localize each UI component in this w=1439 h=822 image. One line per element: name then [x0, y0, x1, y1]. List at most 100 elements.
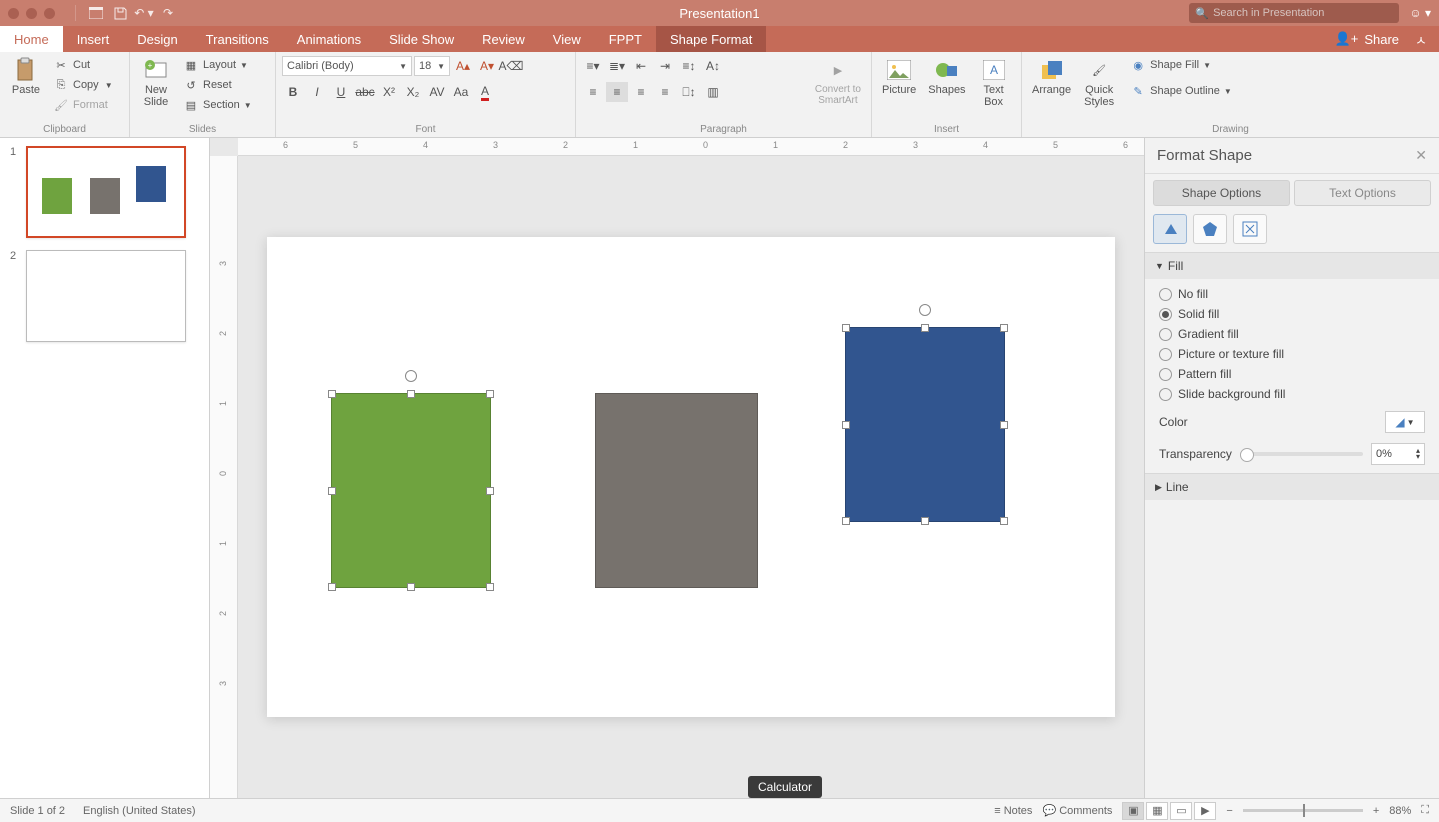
effects-tab-icon[interactable] [1193, 214, 1227, 244]
shape-rectangle-blue[interactable] [845, 327, 1005, 522]
pane-title: Format Shape [1157, 147, 1252, 164]
columns-button[interactable]: ▥ [702, 82, 724, 102]
color-picker-button[interactable]: ◢▼ [1385, 411, 1425, 433]
picture-icon [887, 58, 911, 82]
subscript-button[interactable]: X₂ [402, 82, 424, 102]
line-spacing-button[interactable]: ≡↕ [678, 56, 700, 76]
shape-fill-button[interactable]: ◉Shape Fill▼ [1127, 56, 1235, 74]
shapes-button[interactable]: Shapes [924, 56, 969, 98]
fit-to-window-icon[interactable]: ⛶ [1421, 804, 1429, 817]
tab-insert[interactable]: Insert [63, 26, 124, 52]
zoom-in-button[interactable]: + [1373, 805, 1379, 817]
tab-shape-options[interactable]: Shape Options [1153, 180, 1290, 206]
tab-animations[interactable]: Animations [283, 26, 375, 52]
transparency-spinner[interactable]: 0%▴▾ [1371, 443, 1425, 465]
new-slide-button[interactable]: + New Slide [136, 56, 176, 110]
radio-picture-fill[interactable]: Picture or texture fill [1159, 347, 1425, 361]
increase-font-icon[interactable]: A▴ [452, 56, 474, 76]
font-family-select[interactable]: Calibri (Body)▼ [282, 56, 412, 76]
line-section-header[interactable]: ▶Line [1145, 474, 1439, 500]
paste-button[interactable]: Paste [6, 56, 46, 98]
user-icon[interactable]: ☺ ▾ [1409, 6, 1431, 20]
picture-button[interactable]: Picture [878, 56, 920, 98]
arrange-button[interactable]: Arrange [1028, 56, 1075, 98]
fill-section-header[interactable]: ▼Fill [1145, 253, 1439, 279]
quick-styles-button[interactable]: 🖌Quick Styles [1079, 56, 1119, 110]
clear-format-icon[interactable]: A⌫ [500, 56, 522, 76]
tab-design[interactable]: Design [123, 26, 191, 52]
thumbnail-slide-2[interactable] [26, 250, 186, 342]
tab-slideshow[interactable]: Slide Show [375, 26, 468, 52]
save-icon[interactable] [110, 4, 130, 22]
reset-button[interactable]: ↺Reset [180, 76, 255, 94]
font-size-select[interactable]: 18▼ [414, 56, 450, 76]
rotation-handle-icon[interactable] [405, 370, 417, 382]
shapes-icon [935, 58, 959, 82]
shape-outline-button[interactable]: ✎Shape Outline▼ [1127, 82, 1235, 100]
layout-button[interactable]: ▦Layout▼ [180, 56, 255, 74]
size-tab-icon[interactable] [1233, 214, 1267, 244]
align-center-button[interactable]: ≡ [606, 82, 628, 102]
radio-no-fill[interactable]: No fill [1159, 287, 1425, 301]
thumbnail-slide-1[interactable] [26, 146, 186, 238]
font-color-button[interactable]: A [474, 82, 496, 102]
zoom-slider[interactable] [1243, 809, 1363, 812]
undo-icon[interactable]: ↶ ▾ [134, 4, 154, 22]
ribbon-toggle-icon[interactable] [86, 4, 106, 22]
radio-pattern-fill[interactable]: Pattern fill [1159, 367, 1425, 381]
numbering-button[interactable]: ≣▾ [606, 56, 628, 76]
radio-slidebg-fill[interactable]: Slide background fill [1159, 387, 1425, 401]
tab-home[interactable]: Home [0, 26, 63, 52]
radio-gradient-fill[interactable]: Gradient fill [1159, 327, 1425, 341]
underline-button[interactable]: U [330, 82, 352, 102]
italic-button[interactable]: I [306, 82, 328, 102]
align-text-button[interactable]: ⎕↕ [678, 82, 700, 102]
window-controls[interactable] [8, 8, 55, 19]
tab-transitions[interactable]: Transitions [192, 26, 283, 52]
normal-view-icon[interactable]: ▣ [1122, 802, 1144, 820]
bullets-button[interactable]: ≡▾ [582, 56, 604, 76]
notes-button[interactable]: ≡ Notes [994, 805, 1032, 817]
search-input[interactable]: 🔍 Search in Presentation [1189, 3, 1399, 23]
tab-text-options[interactable]: Text Options [1294, 180, 1431, 206]
sorter-view-icon[interactable]: ▦ [1146, 802, 1168, 820]
slideshow-view-icon[interactable]: ▶ [1194, 802, 1216, 820]
language-label[interactable]: English (United States) [83, 805, 196, 817]
textbox-button[interactable]: AText Box [974, 56, 1014, 110]
convert-smartart-button[interactable]: ▶ Convert to SmartArt [811, 56, 865, 108]
cut-button[interactable]: ✂Cut [50, 56, 116, 74]
redo-icon[interactable]: ↷ [158, 4, 178, 22]
indent-button[interactable]: ⇥ [654, 56, 676, 76]
shape-rectangle-gray[interactable] [595, 393, 758, 588]
transparency-slider[interactable] [1240, 452, 1363, 456]
section-button[interactable]: ▤Section▼ [180, 96, 255, 114]
share-button[interactable]: 👤+Shareㅅ [1323, 26, 1439, 52]
radio-solid-fill[interactable]: Solid fill [1159, 307, 1425, 321]
align-right-button[interactable]: ≡ [630, 82, 652, 102]
reading-view-icon[interactable]: ▭ [1170, 802, 1192, 820]
comments-button[interactable]: 💬 Comments [1042, 804, 1112, 817]
strike-button[interactable]: abc [354, 82, 376, 102]
tab-view[interactable]: View [539, 26, 595, 52]
slide-canvas[interactable] [267, 237, 1115, 717]
tab-review[interactable]: Review [468, 26, 539, 52]
tab-shape-format[interactable]: Shape Format [656, 26, 766, 52]
zoom-level[interactable]: 88% [1389, 805, 1411, 817]
text-direction-button[interactable]: A↕ [702, 56, 724, 76]
shape-rectangle-green[interactable] [331, 393, 491, 588]
copy-button[interactable]: ⎘Copy▼ [50, 76, 116, 94]
bold-button[interactable]: B [282, 82, 304, 102]
tab-fppt[interactable]: FPPT [595, 26, 656, 52]
zoom-out-button[interactable]: − [1226, 805, 1232, 817]
superscript-button[interactable]: X² [378, 82, 400, 102]
char-spacing-button[interactable]: AV [426, 82, 448, 102]
justify-button[interactable]: ≡ [654, 82, 676, 102]
close-icon[interactable]: ✕ [1415, 147, 1427, 164]
align-left-button[interactable]: ≡ [582, 82, 604, 102]
format-painter-button[interactable]: 🖌Format [50, 96, 116, 114]
rotation-handle-icon[interactable] [919, 304, 931, 316]
outdent-button[interactable]: ⇤ [630, 56, 652, 76]
decrease-font-icon[interactable]: A▾ [476, 56, 498, 76]
change-case-button[interactable]: Aa [450, 82, 472, 102]
fill-line-tab-icon[interactable] [1153, 214, 1187, 244]
